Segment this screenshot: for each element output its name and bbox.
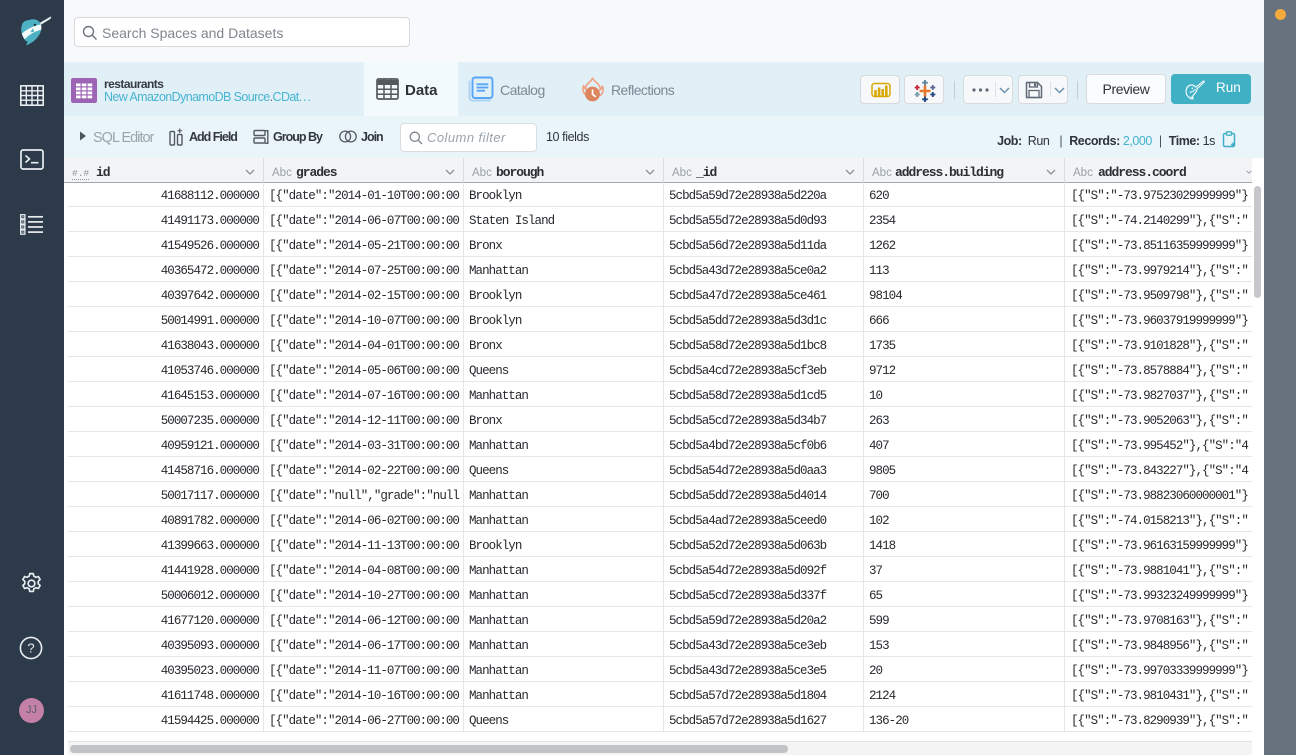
svg-text:?: ? bbox=[27, 641, 34, 656]
